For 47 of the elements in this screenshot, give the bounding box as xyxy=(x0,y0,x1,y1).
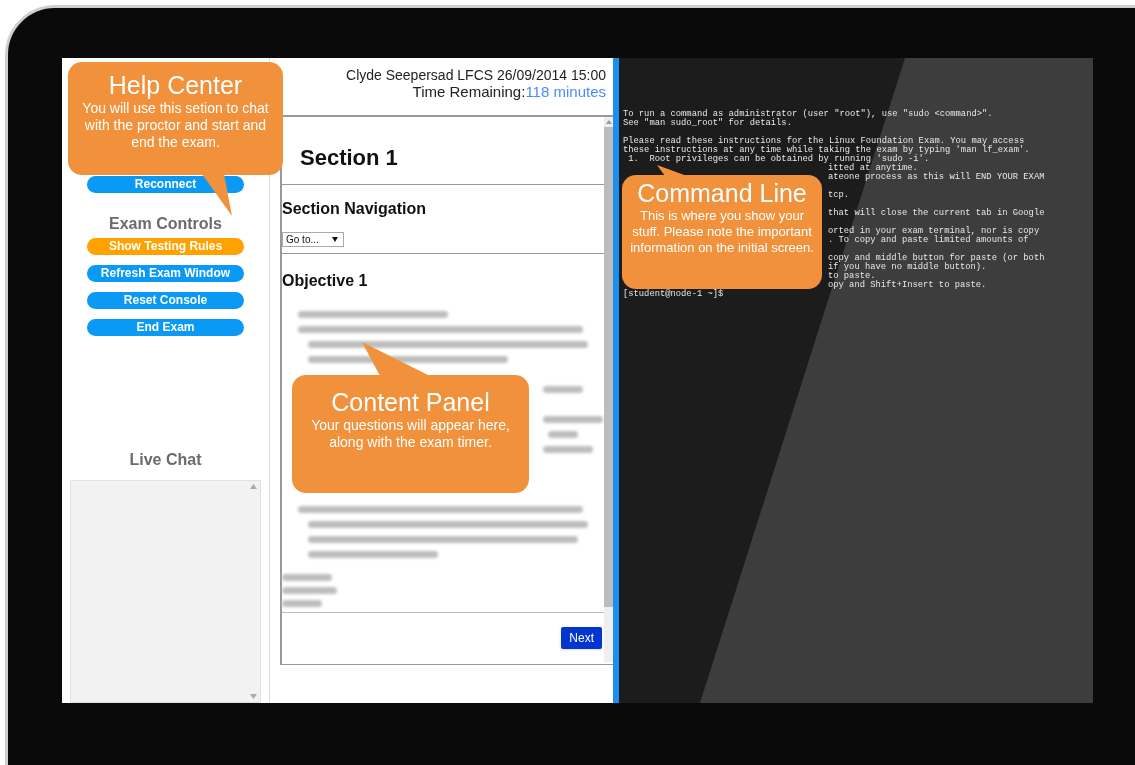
terminal-line: [student@node-1 ~]$ xyxy=(623,290,724,299)
terminal-line: opy and Shift+Insert to paste. xyxy=(828,281,987,290)
objective-title: Objective 1 xyxy=(282,271,369,291)
callout-title: Content Panel xyxy=(330,387,491,417)
blurred-text xyxy=(543,386,583,393)
blurred-text xyxy=(282,574,332,581)
callout-text: You will use this setion to chat with the proctor and start and end the exam. xyxy=(81,100,270,151)
sidebar-button[interactable]: Reset Console xyxy=(87,291,244,309)
scroll-up-icon[interactable] xyxy=(605,120,612,124)
blurred-text xyxy=(543,416,603,423)
callout-title: Command Line xyxy=(636,178,808,208)
time-remaining-value: 118 minutes xyxy=(525,83,606,100)
sidebar-button[interactable]: Show Testing Rules xyxy=(87,237,244,255)
section-heading: Live Chat xyxy=(129,449,202,470)
callout-text: This is where you show your stuff. Please note the important information on the initial screen. xyxy=(629,208,815,256)
scroll-down-icon[interactable] xyxy=(249,694,257,699)
terminal-line: if you have no middle button). xyxy=(828,263,987,272)
terminal-line: ateone process as this will END YOUR EXAM xyxy=(828,173,1045,182)
terminal-line: to paste. xyxy=(828,272,876,281)
navigation-select[interactable]: Go to... xyxy=(282,232,344,247)
terminal-line: To run a command as administrator (user "root"), use "sudo <command>". xyxy=(623,110,993,119)
section-heading: Exam Controls xyxy=(109,213,222,234)
sidebar-button[interactable]: Refresh Exam Window xyxy=(87,264,244,282)
terminal-line: Please read these instructions for the Linux Foundation Exam. You may access xyxy=(623,137,1025,146)
blurred-text xyxy=(282,600,322,607)
next-button[interactable]: Next xyxy=(561,626,602,649)
blurred-text xyxy=(548,431,578,438)
scroll-up-icon[interactable] xyxy=(249,483,257,489)
callout-title: Help Center xyxy=(107,70,244,100)
terminal-line: that will close the current tab in Google xyxy=(828,209,1045,218)
terminal-line: See "man sudo_root" for details. xyxy=(623,119,792,128)
section-heading: Section Navigation xyxy=(282,199,428,219)
blurred-text xyxy=(543,446,593,453)
section-title: Section 1 xyxy=(299,144,399,172)
callout-text: Your questions will appear here, along with the exam timer. xyxy=(310,417,511,451)
sidebar-button[interactable]: End Exam xyxy=(87,318,244,336)
terminal-line: these instructions at any time while taking the exam by typing 'man lf_exam'. xyxy=(623,146,1030,155)
terminal-line: . To copy and paste limited amounts of xyxy=(828,236,1029,245)
terminal-line: orted in your exam terminal, nor is copy xyxy=(828,227,1040,236)
blurred-text xyxy=(282,587,337,594)
terminal-line: copy and middle button for paste (or both xyxy=(828,254,1045,263)
caret-icon xyxy=(332,237,338,242)
terminal-line: tcp. xyxy=(828,191,850,200)
terminal-line: 1. Root privileges can be obtained by running 'sudo -i'. xyxy=(627,155,930,164)
time-remaining-label: Time Remaining: xyxy=(412,83,526,100)
terminal-line: itted at anytime. xyxy=(828,164,918,173)
candidate-info: Clyde Seepersad LFCS 26/09/2014 15:00 xyxy=(346,67,606,83)
